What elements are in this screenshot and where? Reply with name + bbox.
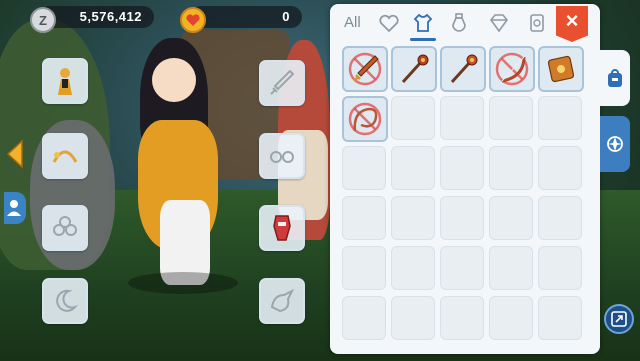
character-shadow xyxy=(128,272,238,294)
tab-consumables[interactable] xyxy=(446,10,472,36)
inventory-empty-slot[interactable] xyxy=(440,296,484,340)
sword-icon xyxy=(348,52,382,86)
tab-card-album[interactable] xyxy=(600,116,630,172)
premium-heart-coin-icon xyxy=(180,7,206,33)
glasses-icon xyxy=(270,151,294,163)
equip-slot-armor[interactable] xyxy=(259,205,305,251)
inventory-empty-slot[interactable] xyxy=(391,196,435,240)
armor-red-icon xyxy=(273,215,291,241)
inventory-empty-slot[interactable] xyxy=(391,296,435,340)
inventory-empty-slot[interactable] xyxy=(489,246,533,290)
equip-slot-garment[interactable] xyxy=(42,278,88,324)
equip-slot-costume[interactable] xyxy=(42,58,88,104)
svg-text:Z: Z xyxy=(39,13,47,28)
inventory-empty-slot[interactable] xyxy=(342,246,386,290)
inventory-empty-slot[interactable] xyxy=(489,96,533,140)
tab-bag[interactable] xyxy=(600,50,630,106)
rod-icon xyxy=(401,54,429,84)
inventory-empty-slot[interactable] xyxy=(391,96,435,140)
inventory-item-slot[interactable] xyxy=(440,46,486,92)
inventory-empty-slot[interactable] xyxy=(440,246,484,290)
heart-icon xyxy=(379,14,399,33)
close-icon: × xyxy=(565,8,579,33)
inventory-empty-slot[interactable] xyxy=(440,96,484,140)
sword-outline-icon xyxy=(270,69,295,95)
potion-icon xyxy=(452,13,466,32)
close-button[interactable]: × xyxy=(556,6,588,42)
tab-cards[interactable] xyxy=(524,10,550,36)
zeny-amount: 5,576,412 xyxy=(79,9,142,24)
inventory-empty-slot[interactable] xyxy=(391,246,435,290)
inventory-empty-slot[interactable] xyxy=(489,296,533,340)
tab-materials[interactable] xyxy=(486,10,512,36)
collapse-arrow-icon[interactable] xyxy=(4,139,26,169)
premium-bar: 0 xyxy=(190,6,302,28)
tab-favorites[interactable] xyxy=(376,10,402,36)
bird-icon xyxy=(270,288,295,313)
costume-icon xyxy=(58,68,72,95)
inventory-empty-slot[interactable] xyxy=(342,146,386,190)
rod-icon xyxy=(450,54,478,84)
whip-icon xyxy=(348,102,382,136)
equip-slot-weapon[interactable] xyxy=(259,60,305,106)
equip-slot-face[interactable] xyxy=(259,133,305,179)
inventory-empty-slot[interactable] xyxy=(440,196,484,240)
equip-slot-mount[interactable] xyxy=(259,278,305,324)
moon-icon xyxy=(56,289,78,312)
inventory-item-slot[interactable] xyxy=(489,46,535,92)
inventory-item-slot[interactable] xyxy=(391,46,437,92)
inventory-empty-slot[interactable] xyxy=(391,146,435,190)
inventory-empty-slot[interactable] xyxy=(489,146,533,190)
inventory-empty-slot[interactable] xyxy=(342,296,386,340)
premium-amount: 0 xyxy=(282,9,290,24)
character-info-tab[interactable] xyxy=(4,192,26,224)
inventory-empty-slot[interactable] xyxy=(489,196,533,240)
inventory-item-slot[interactable] xyxy=(342,96,388,142)
sort-button[interactable] xyxy=(604,304,634,334)
emblem-icon xyxy=(607,136,623,152)
inventory-item-slot[interactable] xyxy=(342,46,388,92)
tab-all[interactable]: All xyxy=(344,10,368,36)
equip-slot-headgear[interactable] xyxy=(42,133,88,179)
inventory-empty-slot[interactable] xyxy=(342,196,386,240)
character-face xyxy=(152,58,196,102)
headband-icon xyxy=(52,150,78,163)
inventory-panel: All xyxy=(330,4,600,354)
flower-icon xyxy=(53,216,77,236)
gem-icon xyxy=(489,14,509,33)
book-icon xyxy=(547,55,575,83)
sort-icon xyxy=(611,311,627,327)
tab-equipment[interactable] xyxy=(410,10,436,36)
active-tab-indicator xyxy=(410,38,436,41)
person-icon xyxy=(7,200,21,216)
card-icon xyxy=(530,14,544,32)
inventory-empty-slot[interactable] xyxy=(538,96,582,140)
bow-icon xyxy=(495,52,529,86)
inventory-empty-slot[interactable] xyxy=(538,246,582,290)
inventory-item-slot[interactable] xyxy=(538,46,584,92)
shirt-icon xyxy=(413,13,433,32)
inventory-empty-slot[interactable] xyxy=(538,146,582,190)
equip-slot-accessory[interactable] xyxy=(42,205,88,251)
inventory-empty-slot[interactable] xyxy=(538,296,582,340)
inventory-empty-slot[interactable] xyxy=(440,146,484,190)
bag-icon xyxy=(608,69,622,87)
inventory-empty-slot[interactable] xyxy=(538,196,582,240)
zeny-coin-icon: Z xyxy=(30,7,56,33)
